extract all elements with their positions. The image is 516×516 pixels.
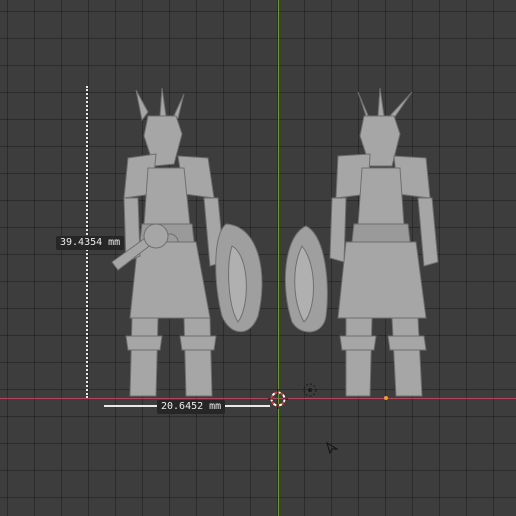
object-origin-dot: [384, 396, 388, 400]
3d-viewport[interactable]: 39.4354 mm 20.6452 mm: [0, 0, 516, 516]
y-axis-line: [278, 0, 279, 516]
mouse-pointer-icon: [326, 442, 338, 454]
width-measurement-label: 20.6452 mm: [157, 400, 226, 414]
light-icon[interactable]: [301, 381, 319, 399]
warrior-model-back[interactable]: [284, 86, 460, 400]
3d-cursor-icon[interactable]: [268, 389, 288, 409]
height-measurement-label: 39.4354 mm: [56, 236, 125, 250]
warrior-model-front[interactable]: [100, 86, 270, 400]
